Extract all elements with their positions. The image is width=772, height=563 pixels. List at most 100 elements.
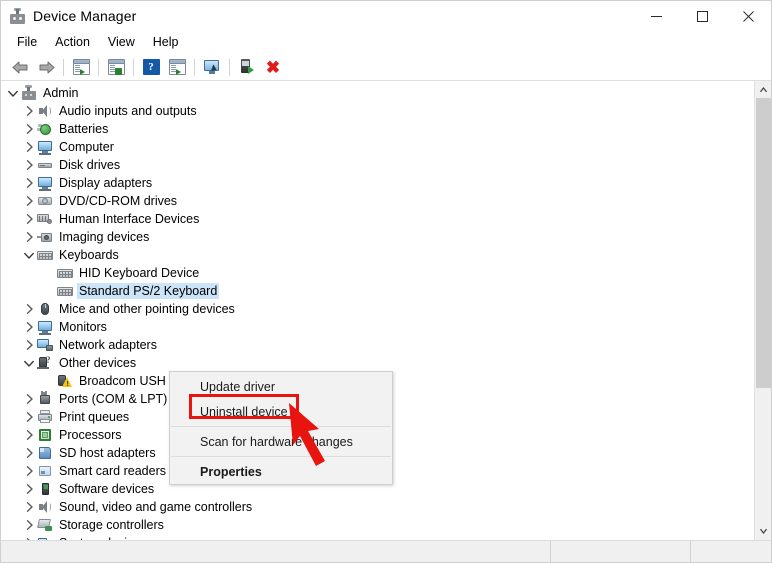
- chevron-right-icon[interactable]: [21, 214, 37, 224]
- chevron-right-icon[interactable]: [21, 502, 37, 512]
- chevron-right-icon[interactable]: [21, 430, 37, 440]
- scroll-up-button[interactable]: [755, 81, 772, 98]
- tree-item-display-adapters[interactable]: Display adapters: [1, 174, 754, 192]
- close-button[interactable]: [725, 1, 771, 31]
- keyboard-icon: [57, 265, 73, 281]
- tree-item-network-adapters[interactable]: Network adapters: [1, 336, 754, 354]
- disk-drive-icon: [37, 157, 53, 173]
- menu-view[interactable]: View: [99, 33, 144, 52]
- vertical-scrollbar[interactable]: [754, 81, 771, 540]
- menu-bar: File Action View Help: [1, 31, 771, 54]
- software-device-icon: [37, 481, 53, 497]
- chevron-right-icon[interactable]: [21, 232, 37, 242]
- context-menu-item-scan-for-hardware-changes[interactable]: Scan for hardware changes: [170, 429, 392, 454]
- back-icon[interactable]: [7, 56, 33, 79]
- processor-icon: [37, 427, 53, 443]
- storage-controller-icon: [37, 517, 53, 533]
- tree-item-label: Software devices: [57, 481, 156, 497]
- imaging-device-icon: [37, 229, 53, 245]
- chevron-right-icon[interactable]: [21, 412, 37, 422]
- network-adapter-icon: [37, 337, 53, 353]
- maximize-button[interactable]: [679, 1, 725, 31]
- chevron-right-icon[interactable]: [21, 304, 37, 314]
- chevron-right-icon[interactable]: [21, 106, 37, 116]
- chevron-right-icon[interactable]: [21, 538, 37, 540]
- dvd-drive-icon: [37, 193, 53, 209]
- tree-item-label: Keyboards: [57, 247, 121, 263]
- window-controls: [633, 1, 771, 31]
- chevron-right-icon[interactable]: [21, 466, 37, 476]
- enable-device-icon[interactable]: [234, 56, 260, 79]
- tree-item-label: Audio inputs and outputs: [57, 103, 199, 119]
- chevron-right-icon[interactable]: [21, 160, 37, 170]
- chevron-right-icon[interactable]: [21, 340, 37, 350]
- context-menu-item-uninstall-device[interactable]: Uninstall device: [170, 399, 392, 424]
- tree-item-mice-and-other-pointing-devices[interactable]: Mice and other pointing devices: [1, 300, 754, 318]
- chevron-right-icon[interactable]: [21, 178, 37, 188]
- chevron-right-icon[interactable]: [21, 196, 37, 206]
- status-bar: [1, 540, 771, 562]
- scrollbar-track[interactable]: [755, 98, 772, 523]
- uninstall-device-icon[interactable]: ✖: [260, 56, 286, 79]
- context-menu[interactable]: Update driver Uninstall device Scan for …: [169, 371, 393, 485]
- tree-item-sound-video-and-game-controllers[interactable]: Sound, video and game controllers: [1, 498, 754, 516]
- context-menu-item-properties[interactable]: Properties: [170, 459, 392, 484]
- tree-item-system-devices[interactable]: System devices: [1, 534, 754, 540]
- properties-icon[interactable]: [68, 56, 94, 79]
- show-hidden-devices-icon[interactable]: [164, 56, 190, 79]
- speaker-icon: [37, 499, 53, 515]
- printer-icon: [37, 409, 53, 425]
- tree-item-label: Disk drives: [57, 157, 122, 173]
- tree-item-audio-inputs-and-outputs[interactable]: Audio inputs and outputs: [1, 102, 754, 120]
- chevron-right-icon[interactable]: [21, 142, 37, 152]
- menu-help[interactable]: Help: [144, 33, 188, 52]
- tree-item-label: Print queues: [57, 409, 131, 425]
- chevron-right-icon[interactable]: [21, 520, 37, 530]
- tree-item-dvd-cd-rom-drives[interactable]: DVD/CD-ROM drives: [1, 192, 754, 210]
- tree-item-label: Display adapters: [57, 175, 154, 191]
- tree-item-standard-ps-2-keyboard[interactable]: Standard PS/2 Keyboard: [1, 282, 754, 300]
- menu-file[interactable]: File: [8, 33, 46, 52]
- tree-item-imaging-devices[interactable]: Imaging devices: [1, 228, 754, 246]
- toolbar-separator: [133, 59, 134, 76]
- keyboard-icon: [37, 247, 53, 263]
- chevron-right-icon[interactable]: [21, 448, 37, 458]
- tree-item-label: Admin: [41, 85, 80, 101]
- tree-item-disk-drives[interactable]: Disk drives: [1, 156, 754, 174]
- chevron-right-icon[interactable]: [21, 322, 37, 332]
- window-title: Device Manager: [33, 8, 136, 24]
- tree-item-computer[interactable]: Computer: [1, 138, 754, 156]
- scrollbar-thumb[interactable]: [756, 98, 771, 388]
- scan-for-hardware-changes-icon[interactable]: [199, 56, 225, 79]
- chevron-right-icon[interactable]: [21, 484, 37, 494]
- tree-item-admin[interactable]: Admin: [1, 84, 754, 102]
- keyboard-icon: [57, 283, 73, 299]
- tree-item-hid-keyboard-device[interactable]: HID Keyboard Device: [1, 264, 754, 282]
- forward-icon[interactable]: [33, 56, 59, 79]
- system-device-icon: [37, 535, 53, 540]
- chevron-right-icon[interactable]: [21, 394, 37, 404]
- chevron-down-icon[interactable]: [21, 252, 37, 259]
- update-driver-icon[interactable]: [103, 56, 129, 79]
- chevron-down-icon[interactable]: [5, 90, 21, 97]
- tree-item-other-devices[interactable]: ?Other devices: [1, 354, 754, 372]
- minimize-button[interactable]: [633, 1, 679, 31]
- tree-item-batteries[interactable]: Batteries: [1, 120, 754, 138]
- tree-item-monitors[interactable]: Monitors: [1, 318, 754, 336]
- tree-item-human-interface-devices[interactable]: Human Interface Devices: [1, 210, 754, 228]
- tree-item-label: Standard PS/2 Keyboard: [77, 283, 219, 299]
- tree-item-label: Ports (COM & LPT): [57, 391, 169, 407]
- chevron-down-icon[interactable]: [21, 360, 37, 367]
- tree-item-label: Sound, video and game controllers: [57, 499, 254, 515]
- chevron-right-icon[interactable]: [21, 124, 37, 134]
- hid-icon: [37, 211, 53, 227]
- tree-item-keyboards[interactable]: Keyboards: [1, 246, 754, 264]
- tree-item-label: Network adapters: [57, 337, 159, 353]
- menu-action[interactable]: Action: [46, 33, 99, 52]
- toolbar-separator: [229, 59, 230, 76]
- context-menu-item-update-driver[interactable]: Update driver: [170, 374, 392, 399]
- port-icon: [37, 391, 53, 407]
- scroll-down-button[interactable]: [755, 523, 772, 540]
- help-icon[interactable]: ?: [138, 56, 164, 79]
- tree-item-storage-controllers[interactable]: Storage controllers: [1, 516, 754, 534]
